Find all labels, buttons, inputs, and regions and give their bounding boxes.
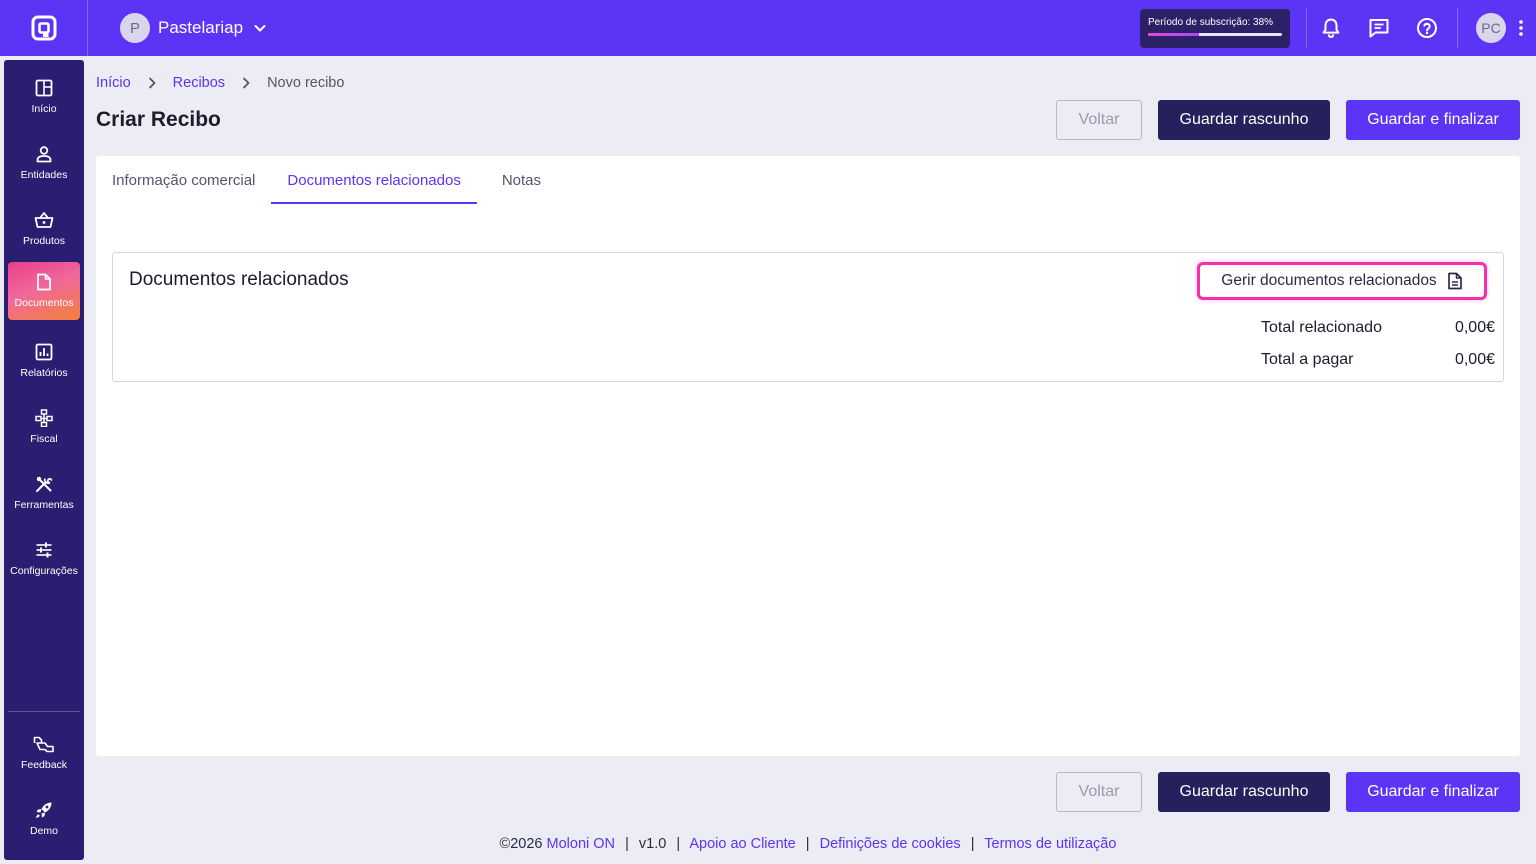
back-button-bottom[interactable]: Voltar xyxy=(1056,772,1142,812)
sliders-icon xyxy=(36,542,52,558)
subscription-period-indicator[interactable]: Período de subscrição: 38% xyxy=(1140,8,1290,48)
subscription-progress-bar xyxy=(1148,32,1282,36)
tools-icon xyxy=(36,476,53,492)
sidebar-item-label: Relatórios xyxy=(20,367,68,379)
subscription-label: Período de subscrição: 38% xyxy=(1148,16,1274,28)
chevron-down-icon xyxy=(253,21,267,35)
sidebar-item-label: Início xyxy=(31,103,57,115)
total-to-pay-value: 0,00€ xyxy=(1454,351,1495,368)
sidebar-item-label: Produtos xyxy=(22,235,66,247)
tab-notes[interactable]: Notas xyxy=(486,156,557,204)
sidebar-item-produtos[interactable]: Produtos xyxy=(8,200,80,258)
save-draft-button-bottom[interactable]: Guardar rascunho xyxy=(1158,772,1330,812)
sidebar: Início Entidades Produtos Documentos Rel… xyxy=(4,60,84,860)
sidebar-item-label: Configurações xyxy=(10,565,78,577)
footer-terms-link[interactable]: Termos de utilização xyxy=(984,836,1116,852)
footer-copyright: ©2026 xyxy=(499,836,543,852)
breadcrumb-home-link[interactable]: Início xyxy=(96,75,131,91)
related-documents-title: Documentos relacionados xyxy=(129,269,349,290)
total-to-pay-row: Total a pagar 0,00€ xyxy=(1261,351,1495,369)
save-finalize-button[interactable]: Guardar e finalizar xyxy=(1346,100,1520,140)
notifications-button[interactable] xyxy=(1307,0,1355,56)
footer-brand-link[interactable]: Moloni ON xyxy=(547,836,616,852)
hierarchy-icon xyxy=(35,409,53,427)
total-to-pay-label: Total a pagar xyxy=(1261,351,1354,368)
total-related-label: Total relacionado xyxy=(1261,319,1382,336)
bell-icon xyxy=(1322,18,1340,38)
basket-icon xyxy=(34,212,54,228)
sidebar-item-inicio[interactable]: Início xyxy=(8,68,80,126)
related-documents-panel: Documentos relacionados Gerir documentos… xyxy=(112,252,1504,382)
footer-support-link[interactable]: Apoio ao Cliente xyxy=(689,836,795,852)
top-bar: P Pastelariap Período de subscrição: 38% xyxy=(0,0,1536,56)
manage-related-documents-label: Gerir documentos relacionados xyxy=(1221,272,1437,289)
save-draft-button[interactable]: Guardar rascunho xyxy=(1158,100,1330,140)
rocket-icon xyxy=(35,802,52,819)
sidebar-item-ferramentas[interactable]: Ferramentas xyxy=(8,464,80,522)
page-title: Criar Recibo xyxy=(96,108,221,131)
company-selector[interactable]: P Pastelariap xyxy=(120,13,267,43)
sidebar-item-label: Ferramentas xyxy=(14,499,74,511)
kebab-menu-icon xyxy=(1519,20,1523,36)
footer-cookies-link[interactable]: Definições de cookies xyxy=(820,836,961,852)
company-name: Pastelariap xyxy=(158,18,244,37)
more-options-button[interactable] xyxy=(1506,0,1536,56)
tab-bar: Informação comercial Documentos relacion… xyxy=(96,156,557,204)
sidebar-item-configuracoes[interactable]: Configurações xyxy=(8,530,80,588)
sidebar-item-label: Documentos xyxy=(14,297,74,309)
sidebar-item-label: Fiscal xyxy=(30,433,58,445)
sidebar-item-relatorios[interactable]: Relatórios xyxy=(8,332,80,390)
receipt-form-card: Informação comercial Documentos relacion… xyxy=(96,156,1520,756)
chevron-right-icon xyxy=(147,77,157,89)
moloni-logo[interactable] xyxy=(0,0,88,56)
total-related-value: 0,00€ xyxy=(1454,319,1495,336)
sidebar-item-entidades[interactable]: Entidades xyxy=(8,134,80,192)
document-icon xyxy=(1447,272,1463,290)
chart-icon xyxy=(35,343,53,361)
help-button[interactable] xyxy=(1403,0,1451,56)
breadcrumb: Início Recibos Novo recibo xyxy=(96,75,344,91)
tab-commercial-info[interactable]: Informação comercial xyxy=(96,156,271,204)
feedback-icon xyxy=(33,736,54,753)
breadcrumb-receipts-link[interactable]: Recibos xyxy=(173,75,225,91)
sidebar-item-label: Feedback xyxy=(20,759,68,771)
messages-button[interactable] xyxy=(1355,0,1403,56)
save-finalize-button-bottom[interactable]: Guardar e finalizar xyxy=(1346,772,1520,812)
logo-icon xyxy=(31,15,56,41)
sidebar-item-label: Entidades xyxy=(20,169,68,181)
breadcrumb-current: Novo recibo xyxy=(267,75,345,91)
sidebar-item-feedback[interactable]: Feedback xyxy=(8,724,80,782)
person-icon xyxy=(36,146,52,163)
help-icon xyxy=(1417,18,1437,38)
grid-icon xyxy=(35,79,53,97)
sidebar-divider xyxy=(8,711,80,712)
footer-version: v1.0 xyxy=(638,836,667,852)
chevron-right-icon xyxy=(241,77,251,89)
sidebar-item-documentos[interactable]: Documentos xyxy=(8,262,80,320)
tab-related-documents[interactable]: Documentos relacionados xyxy=(271,156,478,204)
chat-icon xyxy=(1369,19,1389,38)
subscription-progress-fill xyxy=(1148,32,1199,36)
user-avatar[interactable]: PC xyxy=(1476,13,1506,43)
document-icon xyxy=(37,273,51,291)
footer: ©2026 Moloni ON | v1.0 | Apoio ao Client… xyxy=(499,836,1117,852)
back-button[interactable]: Voltar xyxy=(1056,100,1142,140)
total-related-row: Total relacionado 0,00€ xyxy=(1261,319,1495,337)
company-avatar: P xyxy=(120,13,150,43)
sidebar-item-fiscal[interactable]: Fiscal xyxy=(8,398,80,456)
manage-related-documents-button[interactable]: Gerir documentos relacionados xyxy=(1197,262,1487,300)
